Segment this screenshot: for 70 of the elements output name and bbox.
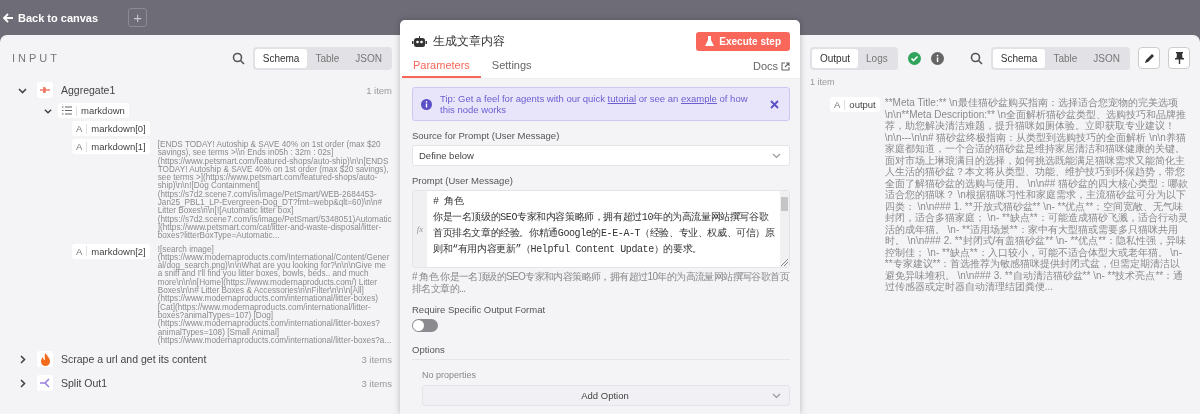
docs-link[interactable]: Docs — [752, 60, 790, 78]
flask-icon — [705, 36, 715, 47]
field-pill[interactable]: A markdown[2] — [72, 243, 150, 259]
list-icon — [62, 106, 72, 115]
pencil-icon — [1143, 52, 1155, 64]
search-icon[interactable] — [969, 51, 983, 65]
panel-title: INPUT — [12, 52, 60, 64]
field-value: ![search image](https://www.modernaproducts.com/International/Content/General/dog_search.png)\n\nWhat are you looking for?\n\n\nGive me a sniff and I'll find you litter boxes, bowls, beds.. and much more\n\n\n[Home](https://www.modernaproducts.com/) Litter Boxes\n\n# Litter Boxes & Accessories\n\nFilter\n\n\n[All](https://www.modernaproducts.com/international/litter-boxes) [Cat](https://www.modernaproducts.com/international/litter-boxes?animalTypes=107) [Dog](https://www.modernaproducts.com/international/litter-boxes?animalTypes=108) [Small Animal](https://www.modernaproducts.com/international/litter-boxes?a... — [157, 243, 392, 346]
node-name: Aggregate1 — [61, 84, 117, 96]
pin-icon — [1174, 52, 1184, 64]
field-label: Require Specific Output Format — [412, 304, 547, 315]
resize-handle-icon[interactable] — [781, 259, 788, 266]
chevron-down-icon — [772, 392, 781, 399]
scrollbar[interactable] — [780, 191, 789, 267]
chevron-icon[interactable] — [18, 354, 27, 364]
item-count: 1 item — [366, 84, 392, 96]
field-pill[interactable]: A output — [830, 97, 880, 112]
output-tab[interactable]: Logs — [858, 48, 896, 68]
node-title: 生成文章内容 — [433, 34, 506, 49]
field-pill[interactable]: A markdown[1] — [72, 139, 150, 154]
field-label: Prompt (User Message) — [412, 175, 514, 186]
close-icon[interactable] — [770, 99, 779, 109]
aggregate-icon — [39, 84, 51, 96]
pin-button[interactable] — [1168, 47, 1190, 69]
info-icon[interactable] — [930, 51, 944, 65]
item-count: 3 items — [361, 353, 392, 365]
panel-tab[interactable]: Settings — [480, 55, 543, 78]
node-name: Split Out1 — [61, 377, 109, 390]
item-count: 3 items — [361, 377, 392, 389]
view-tab[interactable]: JSON — [347, 48, 390, 68]
view-tab[interactable]: Schema — [254, 48, 308, 68]
success-icon — [907, 51, 921, 65]
empty-note: No properties — [421, 370, 478, 380]
chevron-icon[interactable] — [18, 378, 27, 388]
toggle-switch[interactable] — [412, 319, 438, 332]
field-pill[interactable]: A markdown[0] — [72, 121, 150, 136]
source-select[interactable]: Define below — [412, 145, 790, 166]
edit-button[interactable] — [1138, 47, 1160, 69]
tip-text: Tip: Get a feel for agents with our quick tutorial or see an example of how this node works — [440, 93, 749, 115]
view-tab[interactable]: Table — [1045, 48, 1086, 68]
field-label: Source for Prompt (User Message) — [412, 130, 561, 141]
add-option-select[interactable]: Add Option — [422, 385, 790, 406]
chevron-down-icon — [772, 152, 781, 159]
external-link-icon — [781, 61, 790, 71]
view-tab[interactable]: Schema — [992, 48, 1046, 68]
prompt-editor[interactable]: fx # 角色 你是一名顶级的SEO专家和内容策略师，拥有超过10年的为高流量网站撰写谷歌首页排名文章的经验。你精通Google的E-E-A-T（经验、专业、权威、可信）原则和“有用内容更新”（Helpful Content Update）的要求。 — [412, 190, 790, 268]
expression-label: fx — [416, 224, 424, 234]
flame-icon — [39, 352, 51, 366]
prompt-preview: # 角色 你是一名顶级的SEO专家和内容策略师，拥有超过10年的为高流量网站撰写谷歌首页排名文章的... — [412, 271, 790, 295]
search-icon[interactable] — [231, 51, 245, 65]
item-count: 1 item — [810, 77, 836, 87]
split-icon — [39, 377, 51, 390]
tutorial-link[interactable]: tutorial — [607, 93, 637, 104]
prompt-line: 你是一名顶级的SEO专家和内容策略师，拥有超过10年的为高流量网站撰写谷歌首页排名文章的经验。你精通Google的E-E-A-T（经验、专业、权威、可信）原则和“有用内容更新”（Helpful Content Update）的要求。 — [433, 210, 776, 257]
field-value: **Meta Title:** \n最佳猫砂盆购买指南：选择适合您宠物的完美选项 \n\n**Meta Description:** \n全面解析猫砂盆类型、选购技巧和品牌推荐，助您解决清洁难题，提升猫咪如厕体验。立即获取专业建议！ \n\n---\n\n# 猫砂盆终极指南：从类型到选购技巧的全面解析 \n\n养猫家庭都知道，一个合适的猫砂盆是维持家居清洁和猫咪健康的关键。面对市场上琳琅满目的选择，如何挑选既能满足猫咪需求又能简化主人生活的猫砂盆？本文将从类型、功能、维护技巧到环保趋势，带您全面了解猫砂盆的选购与使用。 \n\n## 猫砂盆的四大核心类型：哪款适合您的猫咪？ \n根据猫咪习性和家庭需求，主流猫砂盆可分为以下四类： \n\n### 1. **开放式猫砂盆** \n- **优点**：空间宽敞、无气味封闭，适合多猫家庭； \n- **缺点**：可能造成猫砂飞溅，适合行动灵活的成年猫。 \n- **适用场景**：家中有大型猫或需要多只猫咪共用时。 \n\n### 2. **封闭式/有盖猫砂盆** \n- **优点**：隐私性强，异味控制佳； \n- **缺点**：入口较小，可能不适合体型大或老年猫。 \n- **专家建议**：首选推荐为敏感猫咪提供封闭式盆，但需定期清洁以避免异味堆积。 \n\n### 3. **自动清洁猫砂盆** \n- **技术亮点**：通过传感器或定时器自动清理结团粪便... — [884, 97, 1190, 293]
view-tab[interactable]: JSON — [1085, 48, 1128, 68]
output-tab[interactable]: Output — [812, 48, 859, 68]
arrow-left-icon — [2, 11, 14, 24]
prompt-line: # 角色 — [433, 195, 465, 209]
robot-icon — [412, 35, 427, 48]
node-name: Scrape a url and get its content — [61, 353, 208, 366]
field-value: [ENDS TODAY! Autoship & SAVE 40% on 1st order (max $20 savings), see terms >\\n Ends in05h : 32m : 02s](https://www.petsmart.com/featured-shops/auto-ship)\n\n[ENDS TODAY! Autoship & SAVE 40% on 1st order (max $20 savings), see terms >](https://www.petsmart.com/featured-shops/auto-ship)\n\n![Dog Containment](https://s7d2.scene7.com/is/image/PetSmart/WEB-2684453-Jan25_PBL1_LP-Evergreen-Dog_DT?fmt=webp&qlt=60)\n\n# Litter Boxes\n\n[![Automatic litter box](https://s7d2.scene7.com/is/image/PetSmart/5348051)Automatic](https://www.petsmart.com/cat/litter-and-waste-disposal/litter-boxes?litterBoxType=Automatic... — [157, 139, 392, 241]
view-tab[interactable]: Table — [307, 48, 348, 68]
info-icon — [421, 98, 432, 110]
field-pill[interactable]: markdown — [58, 103, 129, 118]
section-label: Options — [412, 344, 790, 360]
back-button[interactable]: Back to canvas — [2, 11, 99, 24]
example-link[interactable]: example — [681, 93, 717, 104]
chevron-icon[interactable] — [18, 85, 27, 95]
chevron-icon[interactable] — [44, 106, 52, 115]
